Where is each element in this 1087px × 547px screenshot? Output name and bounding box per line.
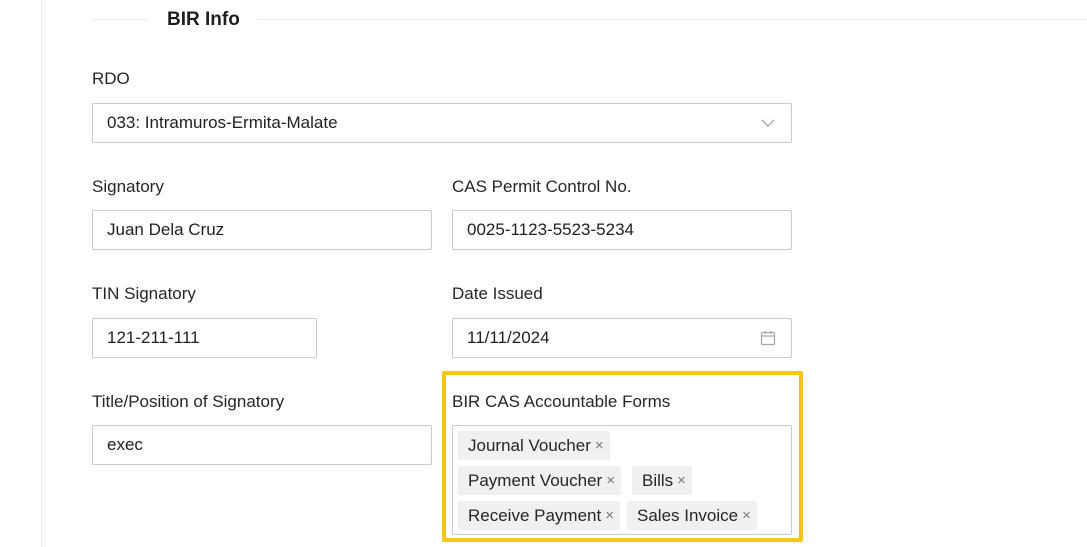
tag-label: Payment Voucher [468,470,603,490]
accountable-forms-multiselect[interactable]: Journal Voucher × Payment Voucher × Bill… [452,425,792,535]
date-issued-value: 11/11/2024 [467,328,550,347]
tin-signatory-label: TIN Signatory [92,284,196,303]
calendar-icon[interactable] [759,329,777,347]
tag-bills: Bills × [632,466,692,495]
cas-permit-input-value: 0025-1123-5523-5234 [467,220,634,239]
tag-receive-payment: Receive Payment × [458,501,620,530]
cas-permit-input[interactable]: 0025-1123-5523-5234 [452,210,792,250]
cas-permit-label: CAS Permit Control No. [452,177,632,196]
remove-tag-icon[interactable]: × [677,473,686,488]
remove-tag-icon[interactable]: × [595,438,604,453]
tag-label: Receive Payment [468,505,602,525]
tag-label: Sales Invoice [637,505,739,525]
tag-label: Bills [642,470,674,490]
rdo-select-value: 033: Intramuros-Ermita-Malate [107,113,338,132]
rdo-label: RDO [92,69,130,88]
rdo-select[interactable]: 033: Intramuros-Ermita-Malate [92,103,792,143]
tin-signatory-input-value: 121-211-111 [107,328,200,347]
tag-payment-voucher: Payment Voucher × [458,466,621,495]
remove-tag-icon[interactable]: × [605,508,614,523]
date-issued-label: Date Issued [452,284,543,303]
remove-tag-icon[interactable]: × [742,508,751,523]
signatory-input-value: Juan Dela Cruz [107,220,225,239]
bir-info-form: BIR Info RDO 033: Intramuros-Ermita-Mala… [0,0,1087,547]
title-position-input[interactable]: exec [92,425,432,465]
tag-label: Journal Voucher [468,435,591,455]
section-divider-left [92,19,148,20]
section-divider-right [258,19,1087,20]
section-title: BIR Info [167,9,240,30]
tin-signatory-input[interactable]: 121-211-111 [92,318,317,358]
title-position-label: Title/Position of Signatory [92,392,285,411]
signatory-label: Signatory [92,177,164,196]
left-divider [41,0,42,547]
title-position-input-value: exec [107,435,143,454]
tag-sales-invoice: Sales Invoice × [627,501,757,530]
chevron-down-icon [759,114,777,132]
signatory-input[interactable]: Juan Dela Cruz [92,210,432,250]
remove-tag-icon[interactable]: × [606,473,615,488]
accountable-forms-label: BIR CAS Accountable Forms [452,392,671,411]
date-issued-picker[interactable]: 11/11/2024 [452,318,792,358]
tag-journal-voucher: Journal Voucher × [458,431,610,460]
